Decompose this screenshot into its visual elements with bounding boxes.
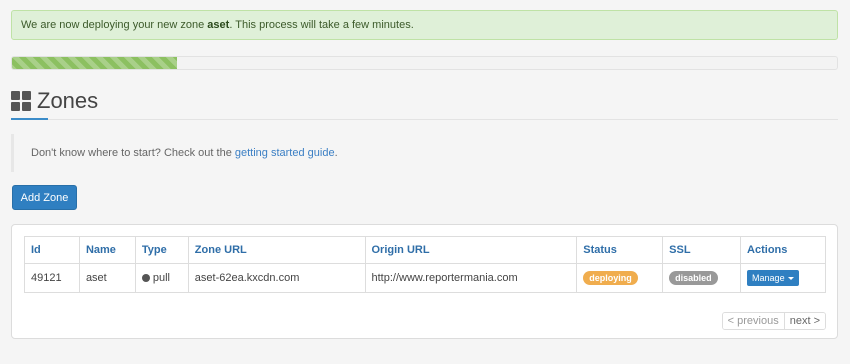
zone-status: deploying bbox=[576, 263, 664, 293]
caret-down-icon bbox=[787, 276, 794, 280]
column-header-id[interactable]: Id bbox=[24, 236, 80, 264]
manage-label: Manage bbox=[752, 273, 785, 283]
zones-panel: Id Name Type Zone URL Origin URL Status … bbox=[11, 224, 838, 339]
table-header-row: Id Name Type Zone URL Origin URL Status … bbox=[24, 236, 826, 264]
previous-page-button[interactable]: < previous bbox=[722, 313, 784, 329]
zone-ssl: disabled bbox=[662, 263, 742, 293]
column-header-type[interactable]: Type bbox=[134, 236, 189, 264]
origin-url: http://www.reportermania.com bbox=[364, 263, 578, 293]
column-header-ssl[interactable]: SSL bbox=[662, 236, 742, 264]
zone-name: aset bbox=[78, 263, 136, 293]
zone-type-label: pull bbox=[152, 272, 170, 284]
column-header-zone-url[interactable]: Zone URL bbox=[187, 236, 366, 264]
zone-actions: Manage bbox=[740, 263, 826, 293]
help-callout: Don't know where to start? Check out the… bbox=[11, 134, 838, 172]
grid-icon bbox=[11, 91, 31, 111]
title-divider bbox=[11, 119, 838, 120]
alert-suffix: . This process will take a few minutes. bbox=[229, 19, 414, 31]
progress-bar-fill bbox=[12, 57, 177, 69]
column-header-status[interactable]: Status bbox=[576, 236, 664, 264]
page-title: Zones bbox=[37, 88, 99, 113]
alert-zone-name: aset bbox=[207, 19, 230, 31]
title-accent-bar bbox=[11, 118, 48, 120]
deploy-progress bbox=[11, 56, 838, 70]
add-zone-button[interactable]: Add Zone bbox=[12, 185, 77, 210]
zone-type: pull bbox=[134, 263, 189, 293]
status-badge: deploying bbox=[583, 271, 638, 285]
alert-prefix: We are now deploying your new zone bbox=[21, 19, 208, 31]
zone-id: 49121 bbox=[24, 263, 80, 293]
page-header: Zones bbox=[11, 86, 98, 116]
pagination: < previous next > bbox=[721, 312, 826, 330]
manage-dropdown-button[interactable]: Manage bbox=[747, 270, 799, 286]
callout-text: Don't know where to start? Check out the bbox=[31, 147, 235, 159]
getting-started-link[interactable]: getting started guide bbox=[235, 147, 335, 159]
column-header-origin-url[interactable]: Origin URL bbox=[364, 236, 578, 264]
next-page-button[interactable]: next > bbox=[783, 313, 825, 329]
deploy-alert: We are now deploying your new zone aset.… bbox=[11, 10, 838, 40]
zone-url: aset-62ea.kxcdn.com bbox=[187, 263, 366, 293]
column-header-name[interactable]: Name bbox=[78, 236, 136, 264]
ssl-badge: disabled bbox=[669, 271, 718, 285]
column-header-actions: Actions bbox=[740, 236, 826, 264]
table-row: 49121 aset pull aset-62ea.kxcdn.com http… bbox=[24, 263, 826, 293]
pull-type-icon bbox=[141, 274, 150, 282]
zones-table: Id Name Type Zone URL Origin URL Status … bbox=[24, 236, 826, 293]
callout-end: . bbox=[334, 147, 338, 159]
